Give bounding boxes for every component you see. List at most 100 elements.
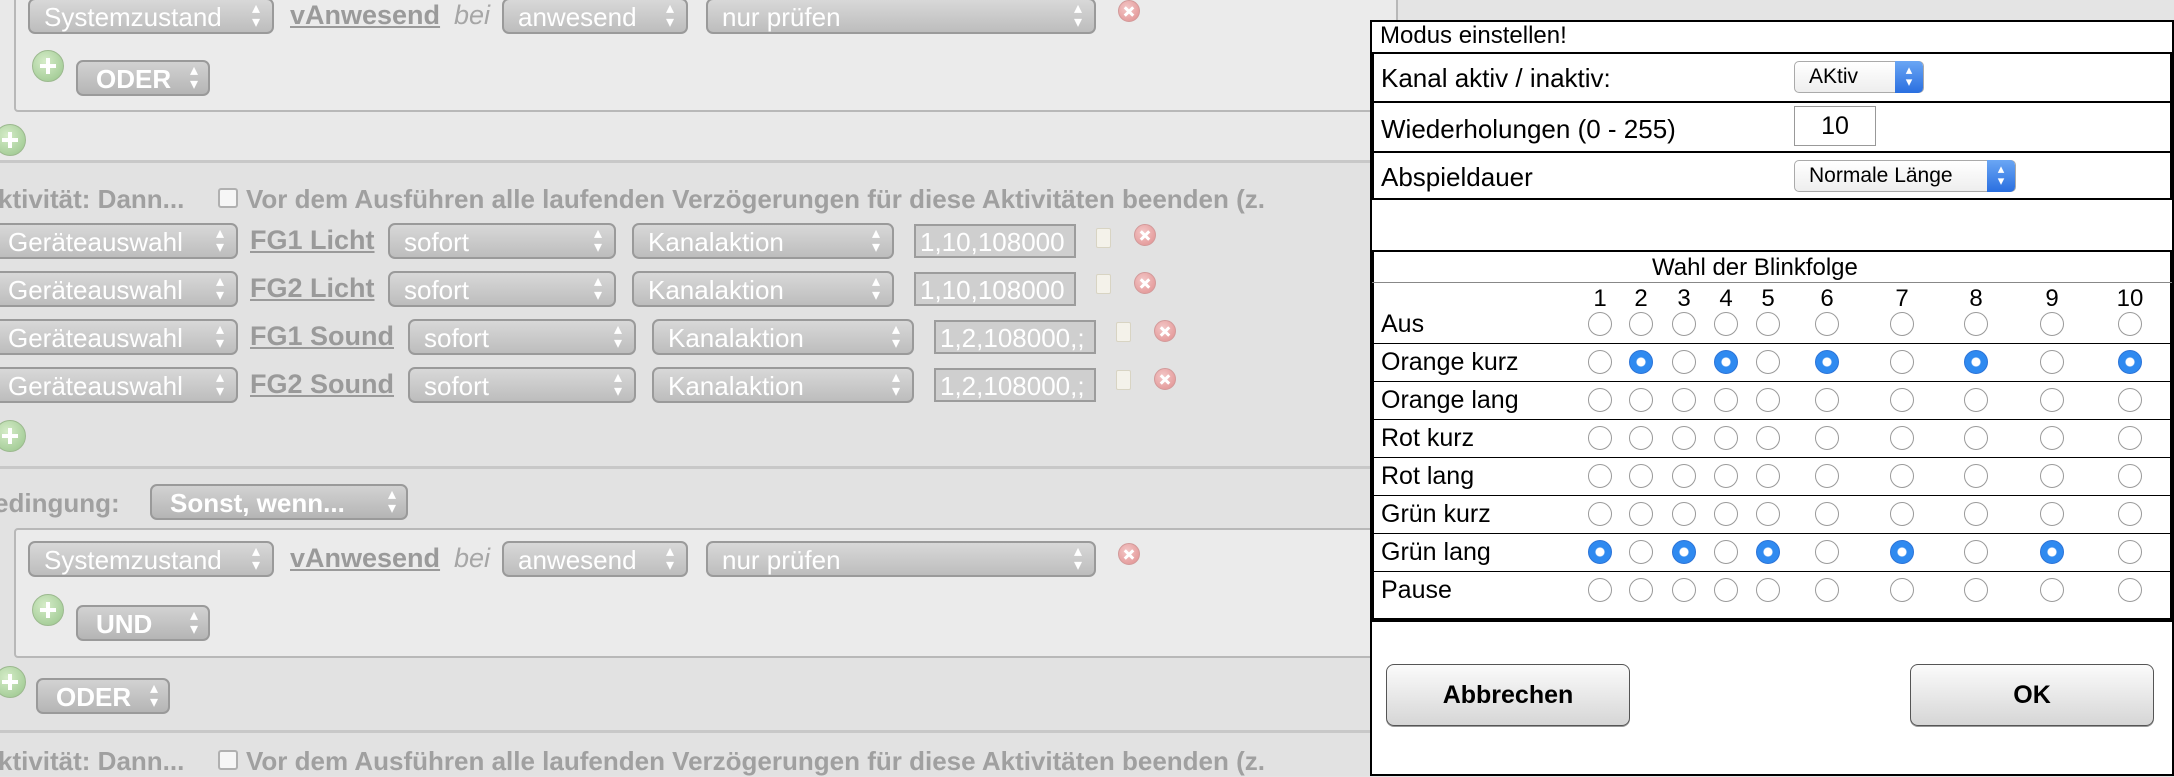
blink-radio-7[interactable] <box>1890 426 1914 450</box>
action-select[interactable]: Kanalaktion ▴ ▾ <box>652 319 914 355</box>
system-variable-link[interactable]: vAnwesend <box>290 0 440 31</box>
kanal-select[interactable]: AKtiv ▴ ▾ <box>1794 61 1924 93</box>
mode-select[interactable]: nur prüfen ▴ ▾ <box>706 0 1096 34</box>
blink-radio-10[interactable] <box>2118 388 2142 412</box>
document-icon[interactable] <box>1116 370 1131 390</box>
blink-radio-10[interactable] <box>2118 426 2142 450</box>
blink-radio-1[interactable] <box>1588 578 1612 602</box>
delete-icon[interactable] <box>1154 320 1176 342</box>
blink-radio-9[interactable] <box>2040 388 2064 412</box>
document-icon[interactable] <box>1096 228 1111 248</box>
blink-radio-1[interactable] <box>1588 540 1612 564</box>
delete-icon[interactable] <box>1118 543 1140 565</box>
blink-radio-4[interactable] <box>1714 502 1738 526</box>
logic-select[interactable]: ODER ▴ ▾ <box>76 60 210 96</box>
blink-radio-6[interactable] <box>1815 578 1839 602</box>
blink-radio-3[interactable] <box>1672 426 1696 450</box>
blink-radio-2[interactable] <box>1629 426 1653 450</box>
blink-radio-6[interactable] <box>1815 464 1839 488</box>
blink-radio-3[interactable] <box>1672 464 1696 488</box>
blink-radio-3[interactable] <box>1672 350 1696 374</box>
blink-radio-9[interactable] <box>2040 502 2064 526</box>
blink-radio-4[interactable] <box>1714 578 1738 602</box>
condition-type-select[interactable]: Sonst, wenn... ▴ ▾ <box>150 484 408 520</box>
blink-radio-8[interactable] <box>1964 312 1988 336</box>
blink-radio-7[interactable] <box>1890 312 1914 336</box>
blink-radio-10[interactable] <box>2118 312 2142 336</box>
blink-radio-5[interactable] <box>1756 388 1780 412</box>
blink-radio-7[interactable] <box>1890 464 1914 488</box>
blink-radio-9[interactable] <box>2040 312 2064 336</box>
timing-select[interactable]: sofort ▴ ▾ <box>388 223 616 259</box>
device-link[interactable]: FG1 Sound <box>250 321 394 352</box>
document-icon[interactable] <box>1096 274 1111 294</box>
blink-radio-8[interactable] <box>1964 578 1988 602</box>
stop-delays-checkbox[interactable] <box>218 750 238 770</box>
blink-radio-5[interactable] <box>1756 578 1780 602</box>
blink-radio-10[interactable] <box>2118 540 2142 564</box>
blink-radio-1[interactable] <box>1588 502 1612 526</box>
device-select[interactable]: Systemzustand ▴ ▾ <box>28 541 274 577</box>
logic-select[interactable]: ODER ▴ ▾ <box>36 678 170 714</box>
delete-icon[interactable] <box>1134 224 1156 246</box>
action-select[interactable]: Kanalaktion ▴ ▾ <box>632 223 894 259</box>
blink-radio-2[interactable] <box>1629 502 1653 526</box>
blink-radio-1[interactable] <box>1588 350 1612 374</box>
blink-radio-6[interactable] <box>1815 502 1839 526</box>
device-link[interactable]: FG2 Sound <box>250 369 394 400</box>
action-select[interactable]: Kanalaktion ▴ ▾ <box>652 367 914 403</box>
blink-radio-4[interactable] <box>1714 426 1738 450</box>
timing-select[interactable]: sofort ▴ ▾ <box>388 271 616 307</box>
blink-radio-4[interactable] <box>1714 350 1738 374</box>
blink-radio-9[interactable] <box>2040 540 2064 564</box>
device-select[interactable]: Geräteauswahl ▴ ▾ <box>0 223 238 259</box>
device-link[interactable]: FG1 Licht <box>250 225 375 256</box>
blink-radio-8[interactable] <box>1964 426 1988 450</box>
blink-radio-5[interactable] <box>1756 350 1780 374</box>
blink-radio-8[interactable] <box>1964 540 1988 564</box>
blink-radio-2[interactable] <box>1629 578 1653 602</box>
blink-radio-7[interactable] <box>1890 502 1914 526</box>
state-select[interactable]: anwesend ▴ ▾ <box>502 541 688 577</box>
logic-select[interactable]: UND ▴ ▾ <box>76 605 210 641</box>
blink-radio-5[interactable] <box>1756 426 1780 450</box>
blink-radio-3[interactable] <box>1672 502 1696 526</box>
blink-radio-2[interactable] <box>1629 350 1653 374</box>
blink-radio-8[interactable] <box>1964 350 1988 374</box>
action-select[interactable]: Kanalaktion ▴ ▾ <box>632 271 894 307</box>
mode-select[interactable]: nur prüfen ▴ ▾ <box>706 541 1096 577</box>
state-select[interactable]: anwesend ▴ ▾ <box>502 0 688 34</box>
blink-radio-10[interactable] <box>2118 578 2142 602</box>
blink-radio-5[interactable] <box>1756 502 1780 526</box>
blink-radio-9[interactable] <box>2040 578 2064 602</box>
blink-radio-7[interactable] <box>1890 578 1914 602</box>
blink-radio-1[interactable] <box>1588 464 1612 488</box>
device-select[interactable]: Geräteauswahl ▴ ▾ <box>0 271 238 307</box>
blink-radio-4[interactable] <box>1714 464 1738 488</box>
blink-radio-5[interactable] <box>1756 464 1780 488</box>
blink-radio-1[interactable] <box>1588 426 1612 450</box>
blink-radio-10[interactable] <box>2118 464 2142 488</box>
blink-radio-2[interactable] <box>1629 540 1653 564</box>
wiederholungen-input[interactable]: 10 <box>1794 106 1876 146</box>
system-variable-link[interactable]: vAnwesend <box>290 543 440 574</box>
device-select[interactable]: Geräteauswahl ▴ ▾ <box>0 319 238 355</box>
blink-radio-4[interactable] <box>1714 388 1738 412</box>
blink-radio-8[interactable] <box>1964 502 1988 526</box>
blink-radio-9[interactable] <box>2040 464 2064 488</box>
device-select[interactable]: Geräteauswahl ▴ ▾ <box>0 367 238 403</box>
blink-radio-1[interactable] <box>1588 388 1612 412</box>
action-value-input[interactable]: 1,2,108000,; <box>934 320 1096 354</box>
blink-radio-7[interactable] <box>1890 540 1914 564</box>
blink-radio-3[interactable] <box>1672 540 1696 564</box>
blink-radio-6[interactable] <box>1815 540 1839 564</box>
blink-radio-10[interactable] <box>2118 502 2142 526</box>
abspieldauer-select[interactable]: Normale Länge ▴ ▾ <box>1794 160 2016 192</box>
blink-radio-3[interactable] <box>1672 578 1696 602</box>
add-condition-icon[interactable] <box>32 594 64 626</box>
blink-radio-2[interactable] <box>1629 388 1653 412</box>
ok-button[interactable]: OK <box>1910 664 2154 726</box>
blink-radio-6[interactable] <box>1815 388 1839 412</box>
blink-radio-2[interactable] <box>1629 312 1653 336</box>
action-value-input[interactable]: 1,10,108000 <box>914 224 1076 258</box>
